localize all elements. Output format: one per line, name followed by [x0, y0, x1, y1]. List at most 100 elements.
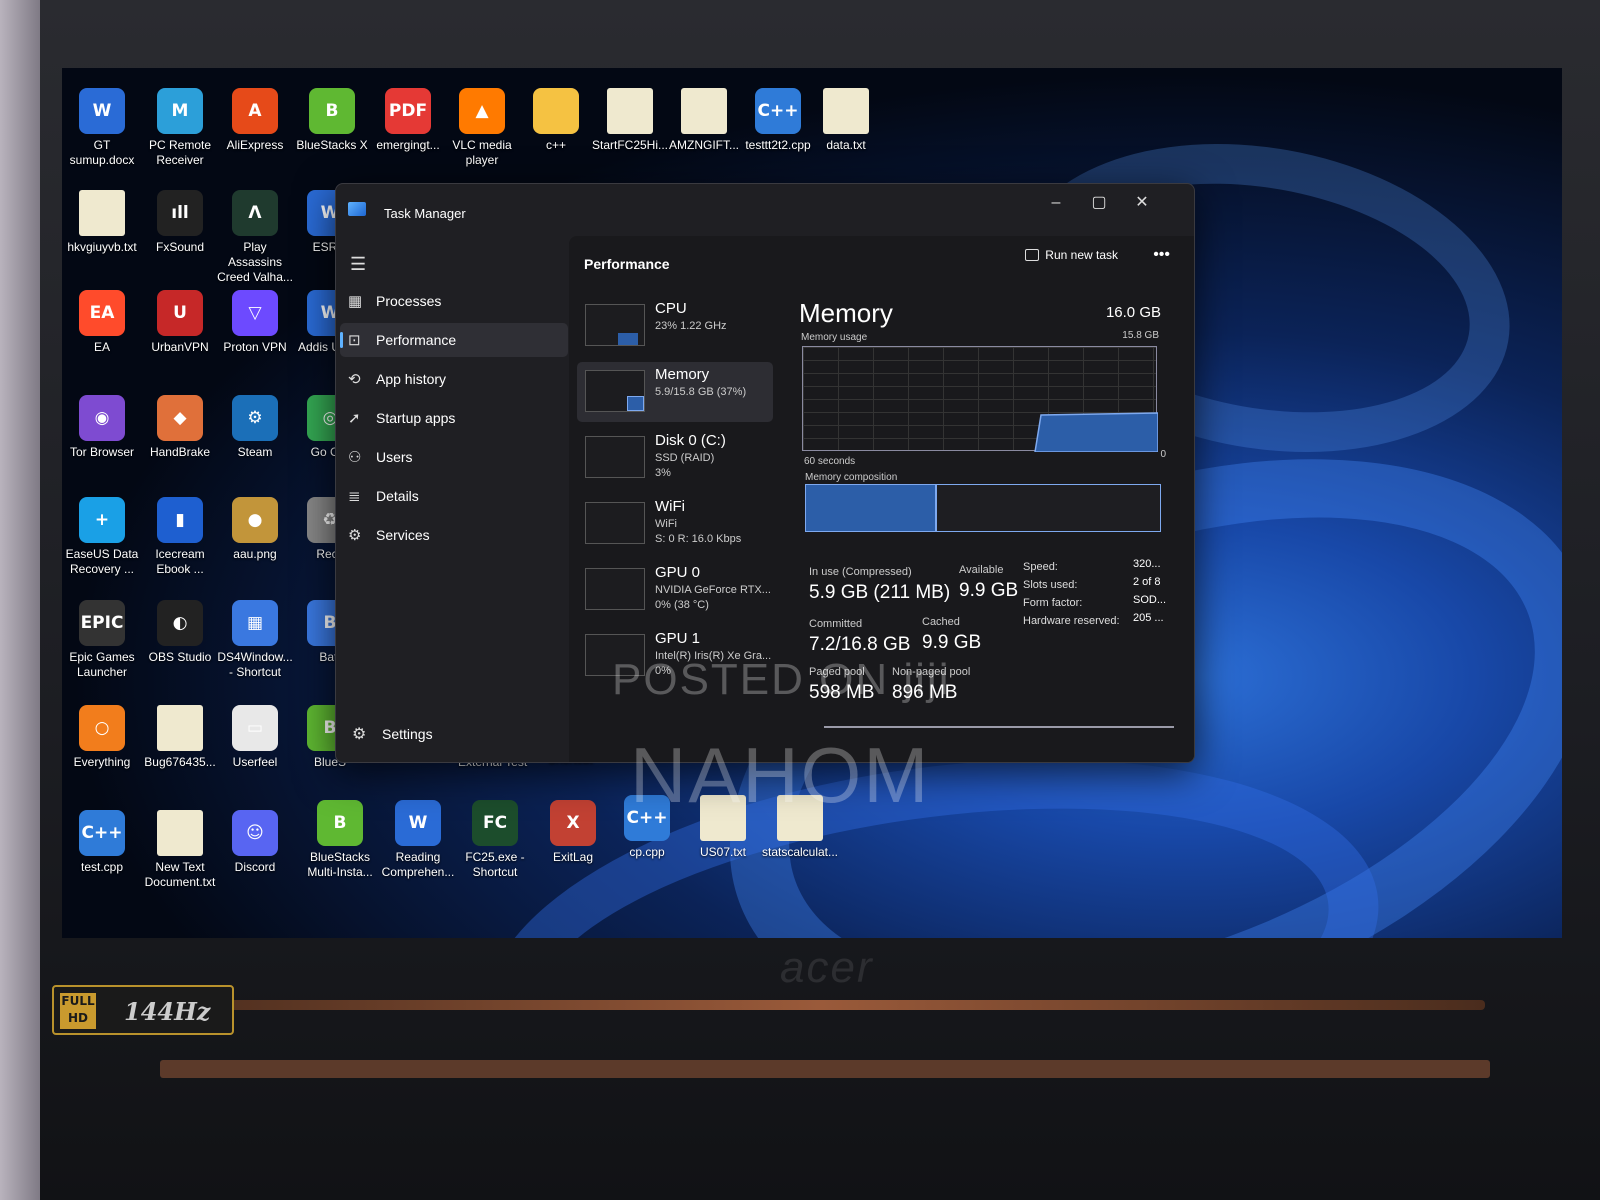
desktop-icon[interactable]: c++	[516, 88, 596, 153]
desktop-icon[interactable]: ○ Everything	[62, 705, 142, 770]
close-button[interactable]: ✕	[1122, 188, 1162, 218]
resource-item-memory[interactable]: Memory 5.9/15.8 GB (37%)	[577, 362, 773, 422]
desktop-icon[interactable]: W Reading Comprehen...	[378, 800, 458, 880]
desktop-icon-label: Proton VPN	[223, 340, 287, 354]
desktop-icon[interactable]: ☺ Discord	[215, 810, 295, 875]
desktop-icon[interactable]: W GT sumup.docx	[62, 88, 142, 168]
desktop-icon-label: EA	[93, 340, 110, 354]
resource-name: CPU	[655, 300, 687, 317]
app-icon	[607, 88, 653, 134]
sidebar-item-users[interactable]: ⚇ Users	[340, 440, 568, 474]
desktop-icon-label: Epic Games Launcher	[69, 650, 135, 679]
desktop-icon[interactable]: AMZNGIFT...	[664, 88, 744, 153]
memory-usage-graph	[802, 346, 1159, 453]
resource-item-cpu[interactable]: CPU 23% 1.22 GHz	[577, 296, 773, 356]
desktop-icon[interactable]: ▭ Userfeel	[215, 705, 295, 770]
desktop-icon[interactable]: ▽ Proton VPN	[215, 290, 295, 355]
desktop-icon-label: GT sumup.docx	[69, 138, 135, 167]
sidebar-item-services[interactable]: ⚙ Services	[340, 518, 568, 552]
desktop-icon[interactable]: Λ Play Assassins Creed Valha...	[215, 190, 295, 285]
desktop-icon[interactable]: StartFC25Hi...	[590, 88, 670, 153]
sidebar-item-label: Performance	[376, 332, 457, 348]
sidebar-item-details[interactable]: ≣ Details	[340, 479, 568, 513]
desktop-icon[interactable]: hkvgiuyvb.txt	[62, 190, 142, 255]
resource-name: Memory	[655, 366, 710, 383]
resource-thumbnail	[585, 370, 645, 412]
desktop-icon[interactable]: ıll FxSound	[140, 190, 220, 255]
memory-total: 16.0 GB	[1105, 304, 1161, 321]
desktop-icon[interactable]: data.txt	[806, 88, 886, 153]
resource-thumbnail	[585, 304, 645, 346]
badge-hd-text: HD	[67, 1011, 88, 1025]
desktop-icon-label: Steam	[237, 445, 273, 459]
detail-value: SOD...	[1133, 594, 1167, 606]
resource-detail: WiFi	[655, 518, 677, 530]
gear-icon[interactable]: ⚙	[352, 724, 366, 744]
resource-item-disk-0-c-[interactable]: Disk 0 (C:) SSD (RAID) 3%	[577, 428, 773, 488]
desktop-icon[interactable]: B BlueStacks X	[292, 88, 372, 153]
app-icon: ☺	[232, 810, 278, 856]
sidebar-item-label: Details	[376, 488, 419, 504]
desktop-icon-label: Everything	[73, 755, 131, 769]
app-icon	[157, 705, 203, 751]
desktop-icon[interactable]: ◉ Tor Browser	[62, 395, 142, 460]
desktop-icon[interactable]: EA EA	[62, 290, 142, 355]
desktop-icon[interactable]: C++ test.cpp	[62, 810, 142, 875]
sidebar-item-app-history[interactable]: ⟲ App history	[340, 362, 568, 396]
desktop-icon-label: BlueStacks Multi-Insta...	[307, 850, 373, 879]
hamburger-menu-icon[interactable]: ☰	[350, 254, 366, 275]
desktop-icon[interactable]: B BlueStacks Multi-Insta...	[300, 800, 380, 880]
app-icon	[79, 190, 125, 236]
desktop-icon[interactable]: FC FC25.exe - Shortcut	[455, 800, 535, 880]
badge-refresh-rate: 144Hz	[124, 997, 211, 1026]
desktop-icon[interactable]: ● aau.png	[215, 497, 295, 562]
desktop-icon[interactable]: EPIC Epic Games Launcher	[62, 600, 142, 680]
resource-thumbnail	[585, 568, 645, 610]
maximize-button[interactable]: ▢	[1079, 188, 1119, 218]
desktop-icon[interactable]: ⚙ Steam	[215, 395, 295, 460]
sidebar-item-startup-apps[interactable]: ➚ Startup apps	[340, 401, 568, 435]
app-icon: C++	[755, 88, 801, 134]
app-icon	[533, 88, 579, 134]
desktop-icon-label: Userfeel	[232, 755, 278, 769]
desktop-icon[interactable]: A AliExpress	[215, 88, 295, 153]
app-icon: FC	[472, 800, 518, 846]
sidebar-item-performance[interactable]: ⊡ Performance	[340, 323, 568, 357]
thumbnail-fill	[626, 396, 644, 411]
badge-full-text: FULL	[61, 994, 95, 1008]
desktop-icon-label: emergingt...	[376, 138, 440, 152]
resource-detail: S: 0 R: 16.0 Kbps	[655, 533, 742, 545]
resource-thumbnail	[585, 502, 645, 544]
desktop-icon-label: VLC media player	[452, 138, 512, 167]
desktop-icon[interactable]: ▦ DS4Window... - Shortcut	[215, 600, 295, 680]
watermark-name: NAHOM	[630, 731, 931, 819]
desktop-icon-label: Play Assassins Creed Valha...	[217, 240, 293, 284]
run-new-task-button[interactable]: Run new task	[1025, 248, 1118, 262]
resource-item-wifi[interactable]: WiFi WiFi S: 0 R: 16.0 Kbps	[577, 494, 773, 554]
desktop-icon[interactable]: ▮ Icecream Ebook ...	[140, 497, 220, 577]
desktop-icon[interactable]: ◆ HandBrake	[140, 395, 220, 460]
sidebar-item-processes[interactable]: ▦ Processes	[340, 284, 568, 318]
desktop-icon[interactable]: New Text Document.txt	[140, 810, 220, 890]
desktop-icon[interactable]: Bug676435...	[140, 705, 220, 770]
sidebar-item-settings[interactable]: Settings	[382, 726, 433, 742]
minimize-button[interactable]: –	[1036, 188, 1076, 218]
resource-name: Disk 0 (C:)	[655, 432, 726, 449]
desktop-icon[interactable]: ◐ OBS Studio	[140, 600, 220, 665]
scrollbar[interactable]	[824, 726, 1174, 728]
more-options-button[interactable]: •••	[1153, 246, 1170, 264]
detail-label: Speed:	[1023, 561, 1058, 573]
resource-item-gpu-0[interactable]: GPU 0 NVIDIA GeForce RTX... 0% (38 °C)	[577, 560, 773, 620]
app-icon	[157, 810, 203, 856]
app-icon: ▮	[157, 497, 203, 543]
desktop-icon[interactable]: X ExitLag	[533, 800, 613, 865]
detail-value: 320...	[1133, 558, 1161, 570]
desktop-icon[interactable]: + EaseUS Data Recovery ...	[62, 497, 142, 577]
nav-icon: ➚	[348, 410, 361, 427]
desktop-icon[interactable]: U UrbanVPN	[140, 290, 220, 355]
desktop-icon[interactable]: M PC Remote Receiver	[140, 88, 220, 168]
desktop-icon[interactable]: ▲ VLC media player	[442, 88, 522, 168]
desktop-icon[interactable]: PDF emergingt...	[368, 88, 448, 153]
stat-value: 9.9 GB	[922, 632, 982, 653]
resource-name: GPU 1	[655, 630, 701, 647]
